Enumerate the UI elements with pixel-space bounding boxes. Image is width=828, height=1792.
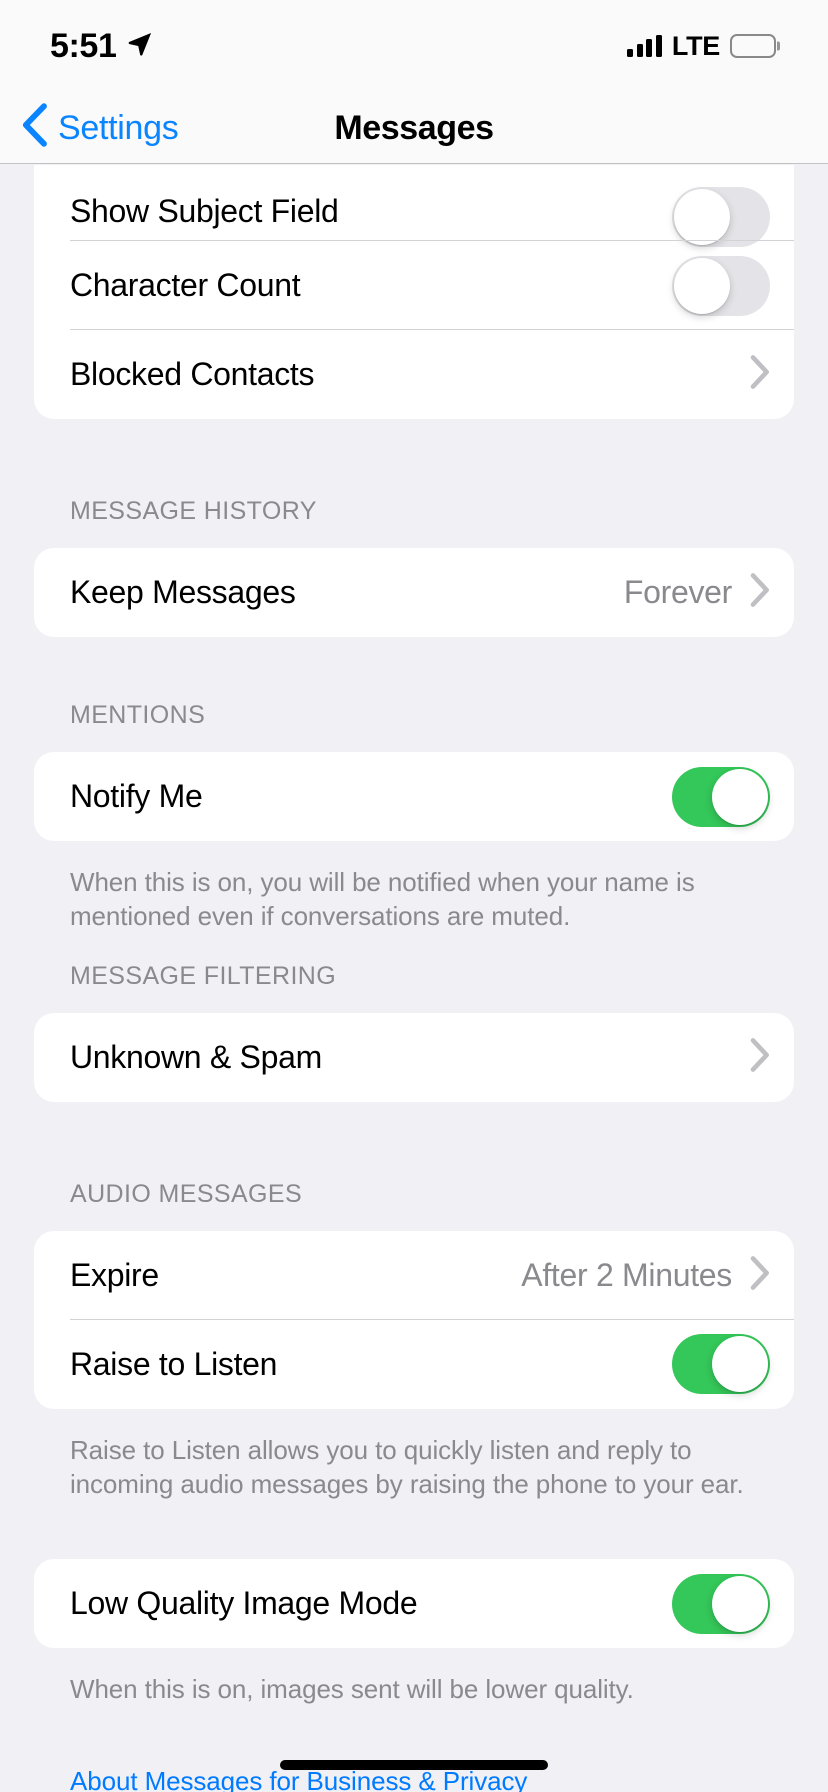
back-button[interactable]: Settings xyxy=(22,103,179,152)
toggle-low-quality-image-mode[interactable] xyxy=(672,1573,770,1634)
sms-mms-group: Show Subject Field Character Count Block… xyxy=(34,165,794,419)
audio-messages-group: Expire After 2 Minutes Raise to Listen xyxy=(34,1230,794,1409)
row-low-quality-image-mode[interactable]: Low Quality Image Mode xyxy=(34,1559,794,1648)
chevron-right-icon xyxy=(750,1255,770,1295)
chevron-right-icon xyxy=(750,1037,770,1077)
row-label: Blocked Contacts xyxy=(70,355,315,392)
back-button-label: Settings xyxy=(58,108,179,147)
row-value: After 2 Minutes xyxy=(521,1256,732,1293)
toggle-show-subject-field[interactable] xyxy=(672,187,770,247)
row-character-count[interactable]: Character Count xyxy=(34,241,794,330)
status-bar-right: LTE xyxy=(627,30,776,61)
status-bar-left: 5:51 xyxy=(50,29,154,63)
row-label: Unknown & Spam xyxy=(70,1038,322,1075)
iphone-screen: 5:51 LTE Settings Messages Show Subject … xyxy=(0,0,828,1792)
row-expire[interactable]: Expire After 2 Minutes xyxy=(34,1231,794,1320)
location-arrow-icon xyxy=(126,30,154,63)
row-raise-to-listen[interactable]: Raise to Listen xyxy=(34,1320,794,1409)
carrier-label: LTE xyxy=(671,30,720,61)
settings-scroll-view[interactable]: Show Subject Field Character Count Block… xyxy=(0,165,828,1792)
row-label: Character Count xyxy=(70,266,301,303)
row-notify-me[interactable]: Notify Me xyxy=(34,752,794,841)
section-header-mentions: MENTIONS xyxy=(70,701,206,729)
row-keep-messages[interactable]: Keep Messages Forever xyxy=(34,548,794,637)
section-footer-low-quality-image: When this is on, images sent will be low… xyxy=(70,1674,634,1705)
section-footer-audio-messages: Raise to Listen allows you to quickly li… xyxy=(70,1434,744,1499)
mentions-group: Notify Me xyxy=(34,752,794,841)
status-bar-time: 5:51 xyxy=(50,27,117,65)
row-label: Notify Me xyxy=(70,777,203,814)
row-blocked-contacts[interactable]: Blocked Contacts xyxy=(34,330,794,419)
section-header-message-history: MESSAGE HISTORY xyxy=(70,497,317,525)
status-bar: 5:51 LTE xyxy=(0,0,828,92)
battery-icon xyxy=(730,34,776,58)
toggle-character-count[interactable] xyxy=(672,255,770,316)
section-footer-mentions: When this is on, you will be notified wh… xyxy=(70,867,695,932)
cellular-signal-icon xyxy=(627,35,662,57)
row-show-subject-field[interactable]: Show Subject Field xyxy=(34,165,794,247)
low-quality-image-group: Low Quality Image Mode xyxy=(34,1559,794,1649)
row-label: Keep Messages xyxy=(70,573,296,610)
toggle-notify-me[interactable] xyxy=(672,766,770,827)
row-value: Forever xyxy=(623,573,732,610)
message-filtering-group: Unknown & Spam xyxy=(34,1012,794,1102)
toggle-raise-to-listen[interactable] xyxy=(672,1334,770,1395)
message-history-group: Keep Messages Forever xyxy=(34,548,794,637)
chevron-right-icon xyxy=(750,355,770,394)
row-label: Show Subject Field xyxy=(70,192,339,229)
chevron-right-icon xyxy=(750,573,770,612)
row-label: Low Quality Image Mode xyxy=(70,1585,418,1622)
row-unknown-and-spam[interactable]: Unknown & Spam xyxy=(34,1013,794,1102)
section-header-audio-messages: AUDIO MESSAGES xyxy=(70,1179,303,1208)
section-header-message-filtering: MESSAGE FILTERING xyxy=(70,961,337,990)
navigation-bar: Settings Messages xyxy=(0,92,828,164)
row-label: Expire xyxy=(70,1256,159,1293)
row-label: Raise to Listen xyxy=(70,1345,278,1382)
chevron-left-icon xyxy=(22,103,48,152)
home-indicator[interactable] xyxy=(280,1760,548,1770)
